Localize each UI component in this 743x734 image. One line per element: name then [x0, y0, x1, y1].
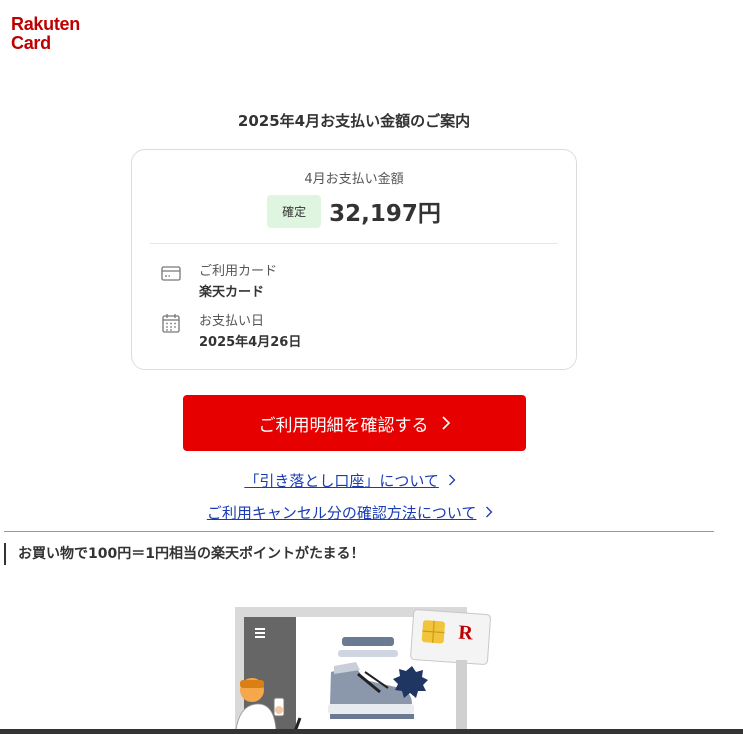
bottom-bar [0, 729, 743, 734]
view-statement-label: ご利用明細を確認する [258, 415, 429, 436]
shopping-illustration: R [235, 607, 491, 730]
chevron-right-icon [441, 416, 450, 430]
amount-row: 確定 32,197円 [132, 194, 576, 228]
date-info-row: お支払い日 2025年4月26日 [160, 312, 301, 354]
date-value: 2025年4月26日 [199, 335, 302, 350]
logo-line2: Card [11, 33, 51, 53]
credit-card-icon [161, 266, 181, 281]
cancellation-info-link[interactable]: ご利用キャンセル分の確認方法について [207, 504, 477, 522]
rakuten-card-logo: Rakuten Card [11, 15, 80, 53]
amount-label: 4月お支払い金額 [304, 172, 404, 187]
debit-account-link-row: 「引き落とし口座」について [0, 470, 700, 491]
card-info-row: ご利用カード 楽天カード [160, 262, 277, 304]
card-logo-letter: R [458, 622, 474, 645]
date-info-text: お支払い日 2025年4月26日 [199, 312, 301, 354]
page-title: 2025年4月お支払い金額のご案内 [237, 112, 471, 130]
chevron-right-icon [448, 474, 456, 486]
payment-amount: 32,197円 [329, 201, 441, 227]
chevron-right-icon [486, 506, 493, 518]
card-info-text: ご利用カード 楽天カード [199, 262, 277, 304]
section-divider [4, 531, 714, 532]
logo-line1: Rakuten [11, 14, 80, 34]
cancellation-info-link-row: ご利用キャンセル分の確認方法について [0, 502, 700, 523]
payment-summary-card: 4月お支払い金額 確定 32,197円 ご利用カード 楽天カード お支払い日 2… [131, 149, 577, 370]
debit-account-link[interactable]: 「引き落とし口座」について [244, 472, 439, 490]
date-label: お支払い日 [199, 314, 265, 329]
card-label: ご利用カード [199, 264, 278, 279]
card-divider [150, 243, 558, 244]
card-value: 楽天カード [199, 285, 265, 300]
calendar-icon [162, 314, 180, 333]
view-statement-button[interactable]: ご利用明細を確認する [183, 395, 526, 451]
promo-heading: お買い物で100円＝1円相当の楽天ポイントがたまる！ [4, 543, 365, 565]
status-badge: 確定 [267, 194, 322, 228]
